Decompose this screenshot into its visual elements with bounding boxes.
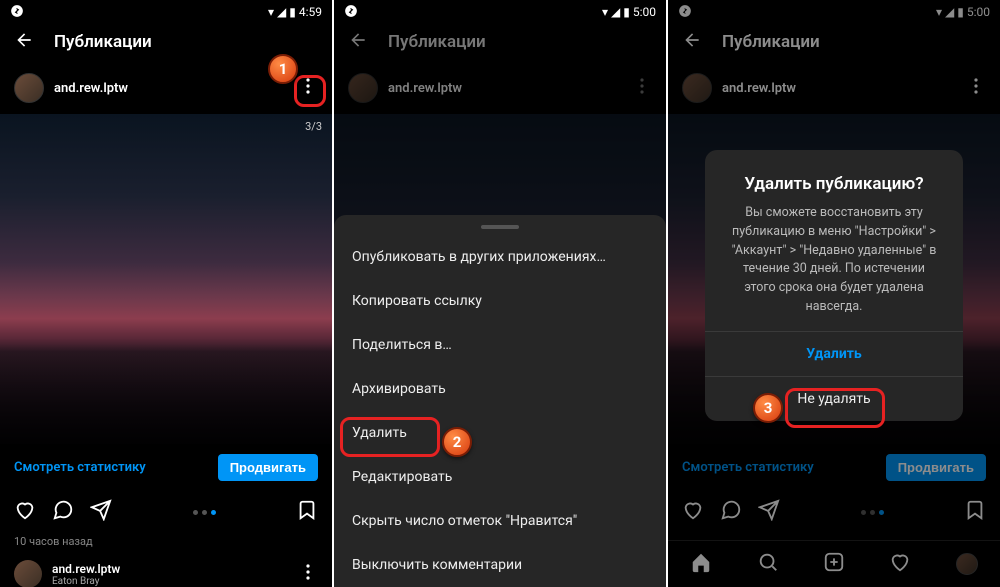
signal-icon: ◢ <box>611 5 620 19</box>
view-insights-link[interactable]: Смотреть статистику <box>14 460 146 475</box>
page-title: Публикации <box>388 32 486 52</box>
sheet-item-delete[interactable]: Удалить <box>334 411 666 455</box>
author-name: and.rew.lptw <box>52 562 120 576</box>
username[interactable]: and.rew.lptw <box>54 81 128 96</box>
username: and.rew.lptw <box>722 81 796 96</box>
signal-icon: ◢ <box>945 5 954 19</box>
signal-icon: ◢ <box>277 5 286 19</box>
battery-icon: ▮ <box>957 5 964 19</box>
share-icon <box>758 499 780 525</box>
page-title: Публикации <box>722 32 820 52</box>
battery-icon: ▮ <box>289 5 296 19</box>
author-more-button[interactable] <box>298 556 318 587</box>
author-row[interactable]: and.rew.lptw Eaton Bray <box>0 550 332 587</box>
dialog-body: Вы сможете восстановить эту публикацию в… <box>705 204 963 331</box>
dialog-cancel-button[interactable]: Не удалять <box>705 376 963 421</box>
status-bar: ▾ ◢ ▮ 4:59 <box>0 0 332 22</box>
promote-button: Продвигать <box>886 454 986 481</box>
back-button <box>682 30 702 54</box>
back-button[interactable] <box>348 30 368 54</box>
dialog-confirm-button[interactable]: Удалить <box>705 331 963 376</box>
post-image[interactable]: 3/3 <box>0 114 332 444</box>
sheet-item-archive[interactable]: Архивировать <box>334 367 666 411</box>
like-icon <box>682 499 704 525</box>
shazam-icon <box>678 4 692 21</box>
avatar <box>682 73 712 103</box>
shazam-icon <box>344 4 358 21</box>
status-bar: ▾◢▮5:00 <box>668 0 1000 22</box>
status-time: 5:00 <box>967 5 990 19</box>
page-title: Публикации <box>54 32 152 52</box>
nav-home-icon <box>690 551 712 577</box>
avatar <box>348 73 378 103</box>
nav-activity-icon <box>889 551 911 577</box>
delete-dialog: Удалить публикацию? Вы сможете восстанов… <box>705 150 963 421</box>
username: and.rew.lptw <box>388 81 462 96</box>
nav-search-icon <box>757 551 779 577</box>
shazam-icon <box>10 4 24 21</box>
wifi-icon: ▾ <box>936 5 942 19</box>
step-badge-1: 1 <box>268 54 298 84</box>
more-options-button <box>632 70 652 106</box>
carousel-dots <box>796 510 948 515</box>
user-row: and.rew.lptw <box>334 62 666 114</box>
sheet-item-share[interactable]: Поделиться в… <box>334 323 666 367</box>
nav-add-icon <box>823 551 845 577</box>
sheet-item-publish-other[interactable]: Опубликовать в других приложениях… <box>334 235 666 279</box>
author-location: Eaton Bray <box>52 576 120 587</box>
wifi-icon: ▾ <box>268 5 274 19</box>
wifi-icon: ▾ <box>602 5 608 19</box>
dialog-title: Удалить публикацию? <box>705 170 963 204</box>
step-badge-2: 2 <box>442 427 472 457</box>
like-icon[interactable] <box>14 499 36 525</box>
user-row: and.rew.lptw <box>668 62 1000 114</box>
carousel-dots <box>128 510 280 515</box>
options-sheet: Опубликовать в других приложениях… Копир… <box>334 215 666 587</box>
sheet-handle[interactable] <box>481 225 519 229</box>
avatar[interactable] <box>14 73 44 103</box>
back-button[interactable] <box>14 30 34 54</box>
comment-icon[interactable] <box>52 499 74 525</box>
nav-profile-icon <box>956 553 978 575</box>
share-icon[interactable] <box>90 499 112 525</box>
promote-button[interactable]: Продвигать <box>218 454 318 481</box>
bookmark-icon <box>964 499 986 525</box>
comment-icon <box>720 499 742 525</box>
sheet-item-disable-comments[interactable]: Выключить комментарии <box>334 543 666 587</box>
step-badge-3: 3 <box>753 393 783 423</box>
sheet-item-copy-link[interactable]: Копировать ссылку <box>334 279 666 323</box>
sheet-item-edit[interactable]: Редактировать <box>334 455 666 499</box>
status-time: 4:59 <box>299 5 322 19</box>
status-time: 5:00 <box>633 5 656 19</box>
bottom-nav <box>668 540 1000 587</box>
bookmark-icon[interactable] <box>296 499 318 525</box>
carousel-counter: 3/3 <box>305 120 322 133</box>
view-insights-link: Смотреть статистику <box>682 460 814 475</box>
sheet-item-hide-likes[interactable]: Скрыть число отметок "Нравится" <box>334 499 666 543</box>
more-options-button <box>966 70 986 106</box>
time-ago: 10 часов назад <box>0 533 332 550</box>
status-bar: ▾◢▮5:00 <box>334 0 666 22</box>
more-options-button[interactable] <box>298 70 318 106</box>
battery-icon: ▮ <box>623 5 630 19</box>
author-avatar[interactable] <box>14 560 42 587</box>
